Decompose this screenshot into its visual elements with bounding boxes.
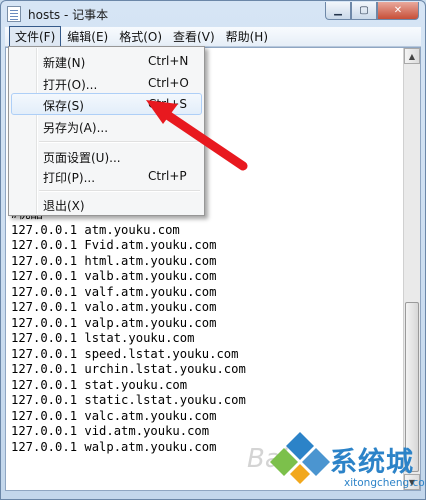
- red-arrow-annotation: [146, 100, 248, 171]
- xitongcheng-logo-icon: [270, 432, 330, 484]
- watermark-url: xitongcheng.com: [344, 477, 426, 489]
- watermark-brand: 系统城: [330, 447, 414, 478]
